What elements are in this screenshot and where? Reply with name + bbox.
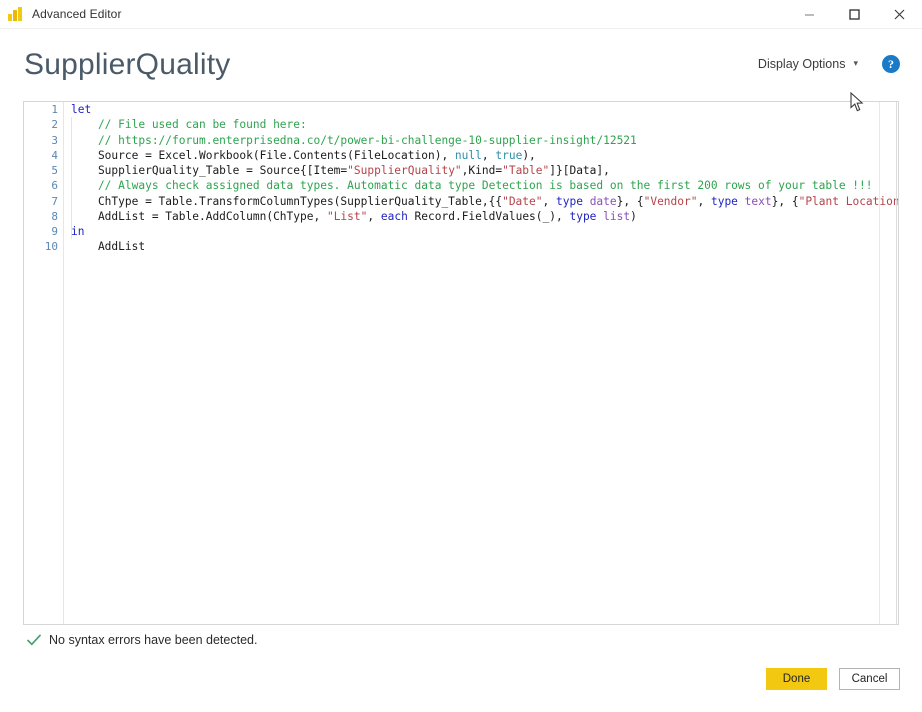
code-token-id: Record.FieldValues(_), [407,209,570,223]
code-line: // Always check assigned data types. Aut… [71,178,898,193]
code-token-kw: in [71,225,85,238]
dialog-footer: Done Cancel [766,668,900,690]
code-token-lit: true [495,148,523,162]
code-token-id: ), [522,148,536,162]
code-token-id: ]}[Data], [549,164,610,177]
line-number: 5 [51,164,58,177]
display-options-label: Display Options [757,57,846,71]
code-token-id: , [542,194,556,208]
line-number: 9 [51,225,58,238]
line-number: 2 [51,118,58,132]
code-line: AddList = Table.AddColumn(ChType, "List"… [71,209,898,224]
checkmark-icon [26,632,41,647]
code-token-kw: each [380,209,408,223]
code-token-type: list [603,209,631,223]
code-editor[interactable]: 1 2 3 4 5 6 7 8 9 10 let // File used can be foun… [23,101,899,625]
code-token-id: AddList [71,240,146,254]
syntax-status-message: No syntax errors have been detected. [49,632,258,647]
code-line: AddList [71,239,898,254]
cancel-button[interactable]: Cancel [839,668,900,690]
code-line: // File used can be found here: [71,117,898,132]
code-token-str: "Vendor" [643,194,698,208]
code-token-cmt: // Always check assigned data types. Aut… [71,179,873,193]
window-controls [787,0,922,29]
code-token-kw: type [569,209,597,223]
line-number-gutter: 1 2 3 4 5 6 7 8 9 10 [24,102,64,624]
help-icon[interactable]: ? [882,55,900,73]
code-token-str: "Table" [502,164,550,177]
header-actions: Display Options ▾ ? [756,55,900,73]
code-line: ChType = Table.TransformColumnTypes(Supp… [71,194,898,209]
code-line: Source = Excel.Workbook(File.Contents(Fi… [71,148,898,163]
code-token-lit: null [454,148,482,162]
code-token-id: , [697,194,711,208]
code-token-id [583,195,590,208]
line-number: 7 [51,194,58,208]
code-token-kw: type [710,194,738,208]
editor-header: SupplierQuality Display Options ▾ ? [0,29,922,101]
code-token-id: ,Kind= [461,164,503,177]
window-titlebar: Advanced Editor [0,0,922,29]
code-token-id: Source = Excel.Workbook(File.Contents(Fi… [71,148,455,162]
code-token-kw: type [555,194,583,208]
code-token-id [738,195,745,208]
code-token-id: }, { [771,194,799,208]
line-number: 6 [51,179,58,193]
code-token-id: , [367,209,381,223]
code-token-id: , [481,148,496,162]
code-token-id: }, { [616,194,644,208]
line-number: 1 [51,103,58,116]
code-token-id: AddList = Table.AddColumn(ChType, [71,209,327,223]
editor-ruler-2 [896,102,897,624]
line-number: 8 [51,209,58,223]
code-token-id: ) [630,209,637,223]
code-token-str: "List" [326,209,368,223]
code-line: // https://forum.enterprisedna.co/t/powe… [71,133,898,148]
page-title: SupplierQuality [24,48,231,81]
power-bi-logo-icon [8,6,24,22]
display-options-dropdown[interactable]: Display Options ▾ [756,55,860,73]
code-token-type: text [744,194,772,208]
code-token-kw: let [71,103,92,116]
close-icon[interactable] [877,0,922,29]
code-token-id: ChType = Table.TransformColumnTypes(Supp… [71,194,503,208]
code-line: SupplierQuality_Table = Source{[Item="Su… [71,163,898,178]
line-number: 10 [44,240,58,254]
line-number: 3 [51,133,58,147]
chevron-down-icon: ▾ [853,57,858,68]
syntax-status: No syntax errors have been detected. [26,632,257,647]
code-line: let [71,102,898,117]
maximize-icon[interactable] [832,0,877,29]
editor-ruler-1 [879,102,880,624]
done-button[interactable]: Done [766,668,827,690]
code-token-cmt: // File used can be found here: [71,118,307,132]
minimize-icon[interactable] [787,0,832,29]
code-token-str: "Plant Location" [798,194,898,208]
code-token-id: SupplierQuality_Table = Source{[Item= [71,164,348,177]
line-number: 4 [51,148,58,162]
code-line: in [71,224,898,239]
code-token-str: "SupplierQuality" [347,164,462,177]
code-token-cmt: // https://forum.enterprisedna.co/t/powe… [71,133,637,147]
code-token-str: "Date" [502,194,543,208]
code-token-type: date [589,194,617,208]
code-content[interactable]: let // File used can be found here: // h… [65,102,898,624]
window-title: Advanced Editor [32,7,122,21]
